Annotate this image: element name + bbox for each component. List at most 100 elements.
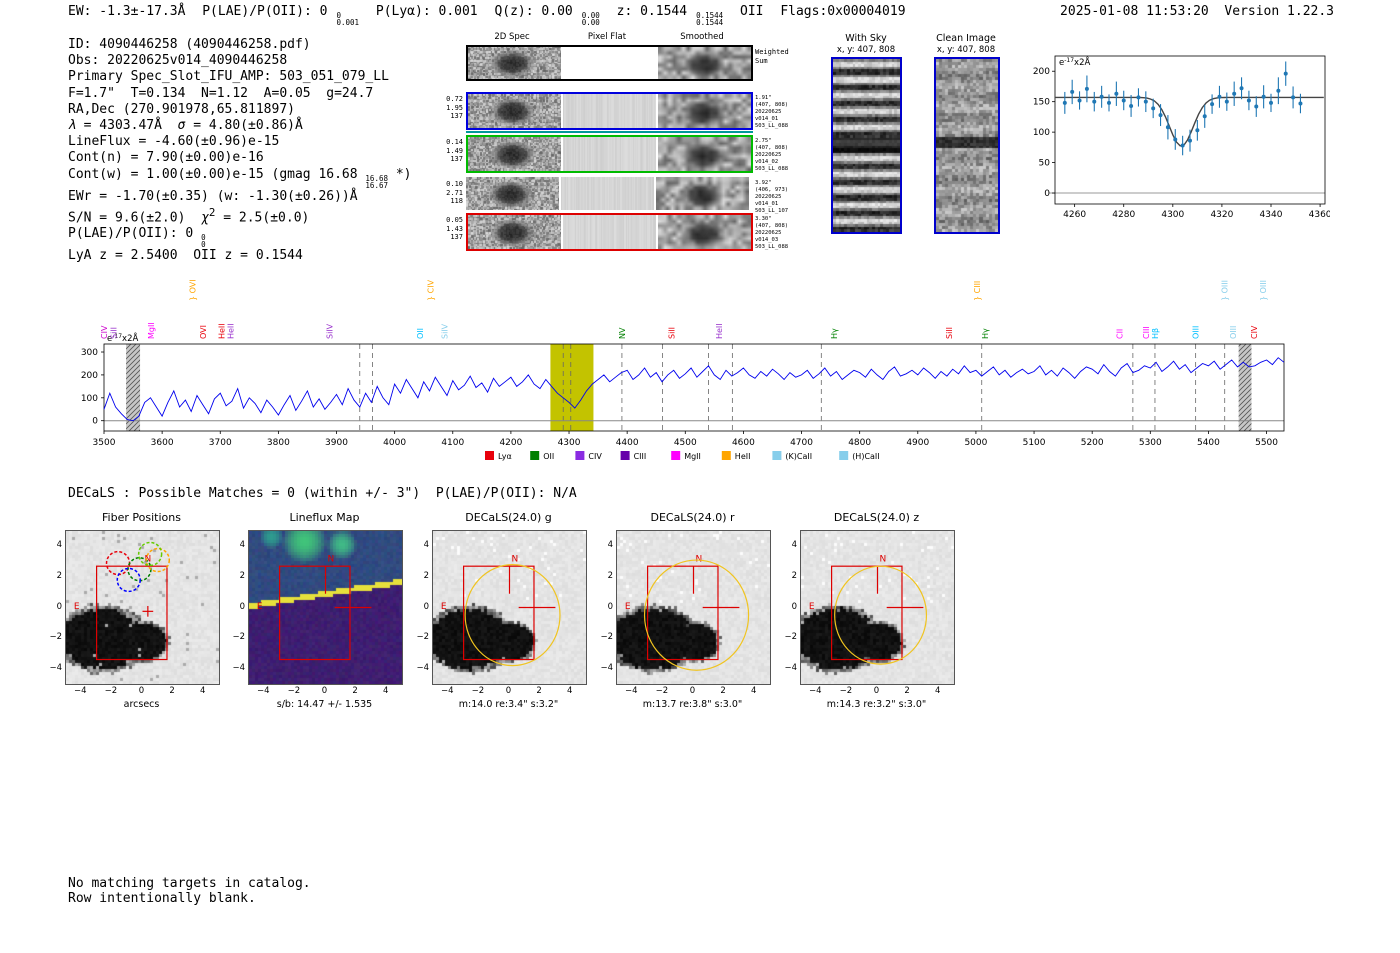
emission-line-label: OIII — [1229, 326, 1238, 339]
spec2d-row-label: 0.14 1.49 137 — [446, 138, 463, 163]
x-tick-label: 4800 — [848, 438, 871, 448]
axis-tick-label: 0 — [505, 686, 512, 696]
spec2d-row-label: 0.72 1.95 137 — [446, 95, 463, 120]
cutout-overlay: NE — [809, 555, 928, 665]
y-tick-label: 0 — [1044, 189, 1050, 199]
axis-tick-label: −4 — [809, 686, 822, 696]
galaxy-ellipse — [464, 564, 561, 667]
emission-line-label: HeII — [715, 323, 724, 339]
emission-line-label: CII — [1115, 329, 1124, 339]
cutout-xlabel: s/b: 14.47 +/- 1.535 — [276, 699, 373, 710]
data-point — [1269, 100, 1273, 105]
cutout-overlay: NE — [625, 555, 750, 671]
axis-tick-label: 0 — [607, 601, 613, 612]
info-line: EWr = -1.70(±0.35) (w: -1.30(±0.26))Å — [68, 188, 358, 204]
spec2d-image — [563, 94, 656, 128]
spec2d-image — [658, 137, 751, 171]
info-block: ID: 4090446258 (4090446258.pdf) Obs: 2022… — [68, 37, 411, 265]
x-tick-label: 5300 — [1139, 438, 1162, 448]
data-point — [1077, 98, 1082, 103]
flux-units-annotation: e-17x2Å — [1059, 56, 1090, 68]
emission-line-label: } OIII — [1221, 280, 1230, 301]
emission-line-label: OIII — [1192, 326, 1201, 339]
y-tick-label: 200 — [81, 371, 98, 381]
x-tick-label: 5100 — [1023, 438, 1046, 448]
axis-tick-label: 2 — [169, 686, 175, 696]
emission-line-label: HeII — [227, 323, 236, 339]
axis-tick-label: −2 — [600, 632, 613, 643]
data-point — [1224, 99, 1229, 104]
x-tick-label: 4500 — [674, 438, 697, 448]
emission-line-label: SiII — [109, 327, 118, 339]
data-point — [1246, 98, 1251, 103]
axis-tick-label: −4 — [257, 686, 270, 696]
emission-line-label: } OVI — [188, 279, 197, 301]
axis-tick-label: 2 — [239, 570, 245, 581]
clean-coords: x, y: 407, 808 — [936, 45, 996, 55]
emission-line-label: OVI — [199, 325, 208, 339]
cutout-overlay: NE — [257, 555, 372, 661]
x-tick-label: 4000 — [383, 438, 406, 448]
fiber-circle — [105, 550, 131, 576]
col-header-smoothed: Smoothed — [680, 32, 724, 42]
data-point — [1291, 95, 1296, 100]
axis-tick-label: 0 — [791, 601, 797, 612]
x-tick-label: 4700 — [790, 438, 813, 448]
report-version: Version 1.22.3 — [1224, 4, 1334, 19]
x-tick-label: 3500 — [93, 438, 116, 448]
east-label: E — [625, 602, 631, 612]
north-label: N — [327, 555, 334, 565]
spec2d-row — [466, 135, 753, 173]
withsky-title: With Sky — [845, 33, 887, 44]
axis-tick-label: 4 — [423, 540, 429, 551]
spec2d-row-info: Weighted Sum — [755, 48, 789, 65]
legend-label: HeII — [735, 452, 751, 461]
emission-line-label: CIII — [1142, 326, 1151, 339]
clean-image — [934, 57, 1000, 234]
data-point — [1195, 128, 1200, 133]
y-tick-label: 0 — [92, 417, 98, 427]
legend-label: CIII — [634, 452, 647, 461]
axis-tick-label: 4 — [566, 686, 573, 696]
legend-swatch — [485, 451, 494, 460]
x-tick-label: 4360 — [1309, 210, 1330, 220]
z-frac: 0.1544 0.1544 — [696, 12, 723, 27]
y-tick-label: 100 — [81, 394, 98, 404]
axis-tick-label: 2 — [904, 686, 910, 696]
axis-tick-label: −2 — [784, 632, 797, 643]
emission-line-label: } OIII — [1259, 280, 1268, 301]
spec2d-image — [563, 47, 656, 79]
elixer-report-page: EW: -1.3±-17.3Å P(LAE)/P(OII): 0 0 0.001 P… — [0, 0, 1400, 953]
spec2d-row-info: 1.91" (407, 808) 20220625 v014_01 503_LL_088 — [755, 95, 789, 129]
data-point — [1099, 94, 1104, 99]
cutout-title: DECaLS(24.0) g — [465, 511, 552, 524]
col-header-2dspec: 2D Spec — [494, 32, 530, 42]
data-point — [1129, 103, 1134, 108]
fit-line — [1055, 96, 1324, 147]
emission-line-label: CIV — [1250, 325, 1259, 339]
legend-label: OII — [543, 452, 554, 461]
highlight-band — [550, 344, 594, 431]
axis-tick-label: 0 — [321, 686, 328, 696]
spec2d-panel: 2D Spec Pixel Flat Smoothed Weighted Sum 0… — [445, 28, 805, 263]
spec2d-image — [658, 47, 751, 79]
aperture-box — [279, 565, 351, 661]
spec2d-row-info: 3.92" (406, 973) 20220625 v014_01 503_LL_107 — [755, 180, 789, 214]
x-tick-label: 3900 — [325, 438, 348, 448]
data-point — [1202, 114, 1207, 119]
x-tick-label: 5500 — [1255, 438, 1278, 448]
axis-tick-label: 0 — [239, 601, 245, 612]
spec2d-image — [468, 137, 561, 171]
aperture-box — [96, 565, 168, 661]
legend-label: (K)CaII — [785, 452, 812, 461]
plae-low: 0.001 — [336, 18, 360, 27]
ew-value: EW: -1.3±-17.3Å — [68, 4, 186, 19]
data-point — [1210, 102, 1215, 107]
data-point — [1107, 100, 1111, 105]
flags-value: Flags:0x00004019 — [780, 4, 906, 19]
data-point — [1151, 106, 1156, 111]
axis-tick-label: 2 — [352, 686, 358, 696]
info-line: F=1.7" T=0.134 N=1.12 A=0.05 g=24.7 — [68, 85, 374, 101]
emission-line-label: CIV — [100, 325, 109, 339]
axis-tick-label: −2 — [471, 686, 485, 696]
